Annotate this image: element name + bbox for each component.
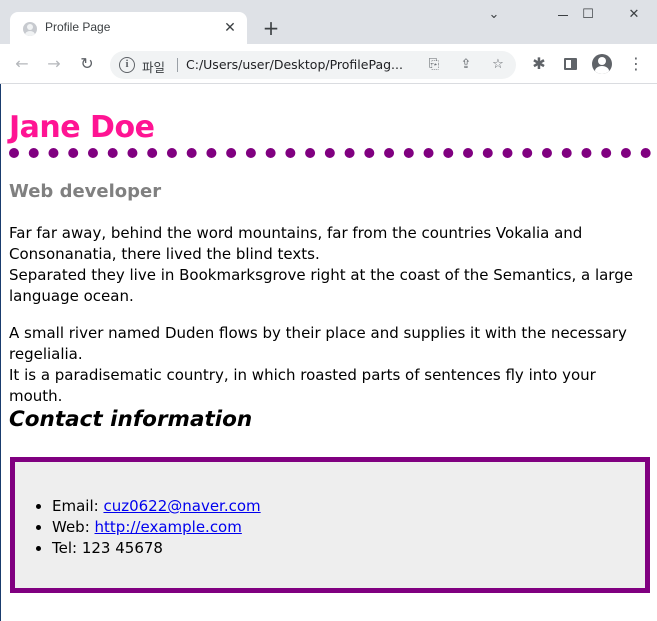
share-icon[interactable]: ⇪ bbox=[458, 57, 474, 73]
close-window-button[interactable]: ✕ bbox=[611, 4, 657, 26]
forward-arrow-icon[interactable]: → bbox=[44, 54, 64, 74]
translate-icon[interactable]: ⎘ bbox=[426, 57, 442, 73]
file-scheme-label: 파일 bbox=[142, 60, 166, 75]
url-text[interactable]: C:/Users/user/Desktop/ProfilePag... bbox=[186, 57, 424, 72]
side-panel-icon[interactable] bbox=[564, 58, 577, 70]
page-favicon-icon bbox=[23, 22, 37, 36]
bio-paragraph-2-line-2: It is a paradisematic country, in which … bbox=[9, 366, 596, 405]
reload-icon[interactable]: ↻ bbox=[77, 54, 97, 74]
dotted-divider bbox=[9, 148, 651, 158]
bio-paragraph-2: A small river named Duden flows by their… bbox=[9, 323, 649, 407]
back-arrow-icon[interactable]: ← bbox=[12, 54, 32, 74]
tab-search-chevron-down-icon[interactable]: ⌄ bbox=[471, 4, 517, 26]
email-link[interactable]: cuz0622@naver.com bbox=[103, 497, 260, 515]
web-label: Web: bbox=[52, 518, 95, 536]
new-tab-button[interactable]: + bbox=[261, 18, 281, 38]
contact-web-item: Web: http://example.com bbox=[52, 517, 261, 538]
tel-value: 123 45678 bbox=[81, 539, 163, 557]
profile-name-heading: Jane Doe bbox=[9, 110, 155, 145]
browser-toolbar: ← → ↻ i 파일 C:/Users/user/Desktop/Profile… bbox=[0, 44, 657, 84]
bookmark-star-icon[interactable]: ☆ bbox=[490, 57, 506, 73]
contact-email-item: Email: cuz0622@naver.com bbox=[52, 496, 261, 517]
tab-profile-page[interactable]: Profile Page ✕ bbox=[10, 12, 247, 44]
tel-label: Tel: bbox=[52, 539, 82, 557]
tab-close-icon[interactable]: ✕ bbox=[222, 20, 238, 36]
contact-info-box: Email: cuz0622@naver.com Web: http://exa… bbox=[10, 457, 650, 593]
page-content: Jane Doe Web developer Far far away, beh… bbox=[0, 84, 657, 621]
contact-tel-item: Tel: 123 45678 bbox=[52, 538, 261, 559]
site-info-icon[interactable]: i bbox=[119, 57, 135, 73]
omnibox-divider bbox=[177, 58, 178, 72]
address-bar[interactable]: i 파일 C:/Users/user/Desktop/ProfilePag...… bbox=[110, 51, 516, 79]
bio-paragraph-1-line-2: Separated they live in Bookmarksgrove ri… bbox=[9, 266, 633, 305]
bio-paragraph-1: Far far away, behind the word mountains,… bbox=[9, 223, 649, 307]
contact-list: Email: cuz0622@naver.com Web: http://exa… bbox=[15, 496, 261, 559]
bio-paragraph-1-line-1: Far far away, behind the word mountains,… bbox=[9, 224, 583, 263]
tab-strip: Profile Page ✕ + ⌄ ☐ ✕ bbox=[0, 0, 657, 44]
tab-title: Profile Page bbox=[45, 20, 111, 34]
profile-role-heading: Web developer bbox=[9, 181, 162, 202]
browser-menu-icon[interactable]: ⋮ bbox=[626, 54, 646, 74]
email-label: Email: bbox=[52, 497, 104, 515]
contact-info-heading: Contact information bbox=[9, 407, 253, 432]
bio-paragraph-2-line-1: A small river named Duden flows by their… bbox=[9, 324, 627, 363]
profile-avatar-icon[interactable] bbox=[592, 54, 612, 74]
web-link[interactable]: http://example.com bbox=[95, 518, 242, 536]
extensions-puzzle-icon[interactable]: ✱ bbox=[529, 54, 549, 74]
maximize-window-button[interactable]: ☐ bbox=[565, 4, 611, 26]
